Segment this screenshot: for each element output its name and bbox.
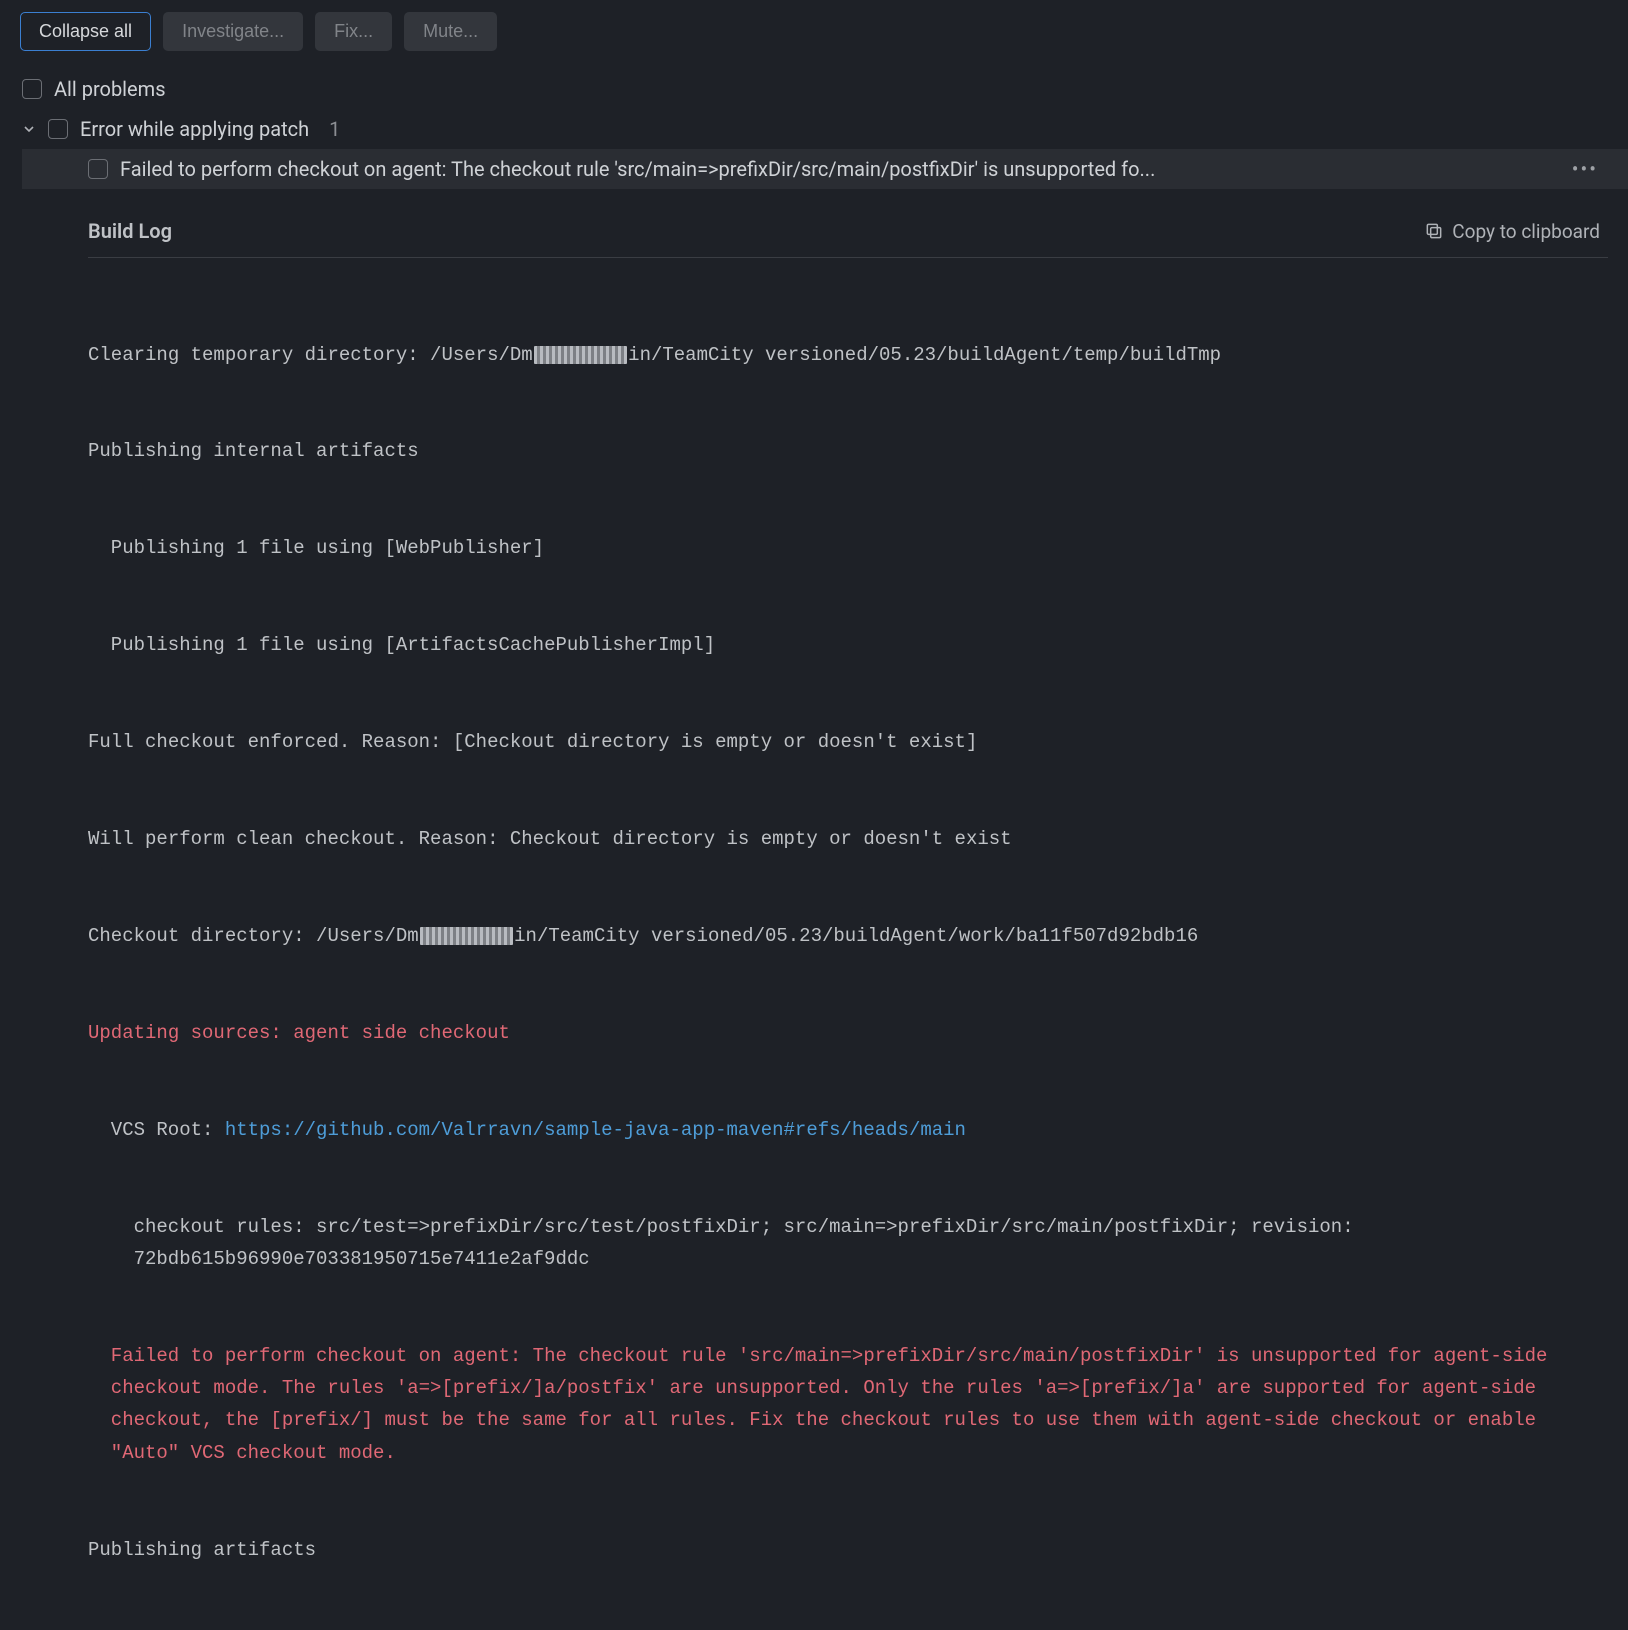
mute-button[interactable]: Mute...: [404, 12, 497, 51]
build-log-header: Build Log Copy to clipboard: [88, 219, 1608, 258]
log-line: Publishing internal artifacts: [88, 435, 1588, 467]
log-line: Checkout directory: /Users/Dmin/TeamCity…: [88, 920, 1588, 952]
investigate-button[interactable]: Investigate...: [163, 12, 303, 51]
build-log-section: Build Log Copy to clipboard Clearing tem…: [0, 189, 1628, 1630]
redacted-text: [534, 346, 627, 364]
copy-icon: [1424, 221, 1444, 241]
log-line: Publishing 1 file using [ArtifactsCacheP…: [88, 629, 1588, 661]
vcs-root-link[interactable]: https://github.com/Valrravn/sample-java-…: [225, 1119, 966, 1141]
log-line: Clearing temporary directory: /Users/Dmi…: [88, 339, 1588, 371]
build-log-title: Build Log: [88, 219, 172, 243]
log-line: Will perform clean checkout. Reason: Che…: [88, 823, 1588, 855]
error-group-count: 1: [329, 117, 340, 141]
collapse-all-button[interactable]: Collapse all: [20, 12, 151, 51]
log-line-error: Failed to perform checkout on agent: The…: [88, 1340, 1588, 1469]
fix-button[interactable]: Fix...: [315, 12, 392, 51]
more-icon[interactable]: •••: [1572, 157, 1616, 181]
problem-item-row[interactable]: Failed to perform checkout on agent: The…: [22, 149, 1628, 189]
redacted-text: [420, 927, 513, 945]
all-problems-row[interactable]: All problems: [22, 69, 1628, 109]
copy-to-clipboard-button[interactable]: Copy to clipboard: [1424, 220, 1600, 243]
log-line: VCS Root: https://github.com/Valrravn/sa…: [88, 1114, 1588, 1146]
log-line: checkout rules: src/test=>prefixDir/src/…: [88, 1211, 1588, 1276]
error-group-label: Error while applying patch: [80, 117, 309, 141]
copy-to-clipboard-label: Copy to clipboard: [1452, 220, 1600, 243]
log-line-error: Updating sources: agent side checkout: [88, 1017, 1588, 1049]
log-line: Full checkout enforced. Reason: [Checkou…: [88, 726, 1588, 758]
problems-tree: All problems Error while applying patch …: [0, 69, 1628, 189]
build-log-body: Clearing temporary directory: /Users/Dmi…: [88, 274, 1608, 1630]
chevron-down-icon[interactable]: [22, 122, 36, 136]
log-line: Publishing artifacts: [88, 1534, 1588, 1566]
toolbar: Collapse all Investigate... Fix... Mute.…: [0, 0, 1628, 69]
all-problems-checkbox[interactable]: [22, 79, 42, 99]
error-group-row[interactable]: Error while applying patch 1: [22, 109, 1628, 149]
error-group-checkbox[interactable]: [48, 119, 68, 139]
problem-item-text: Failed to perform checkout on agent: The…: [120, 157, 1560, 181]
problem-item-checkbox[interactable]: [88, 159, 108, 179]
all-problems-label: All problems: [54, 77, 166, 101]
log-line: Publishing 1 file using [WebPublisher]: [88, 532, 1588, 564]
